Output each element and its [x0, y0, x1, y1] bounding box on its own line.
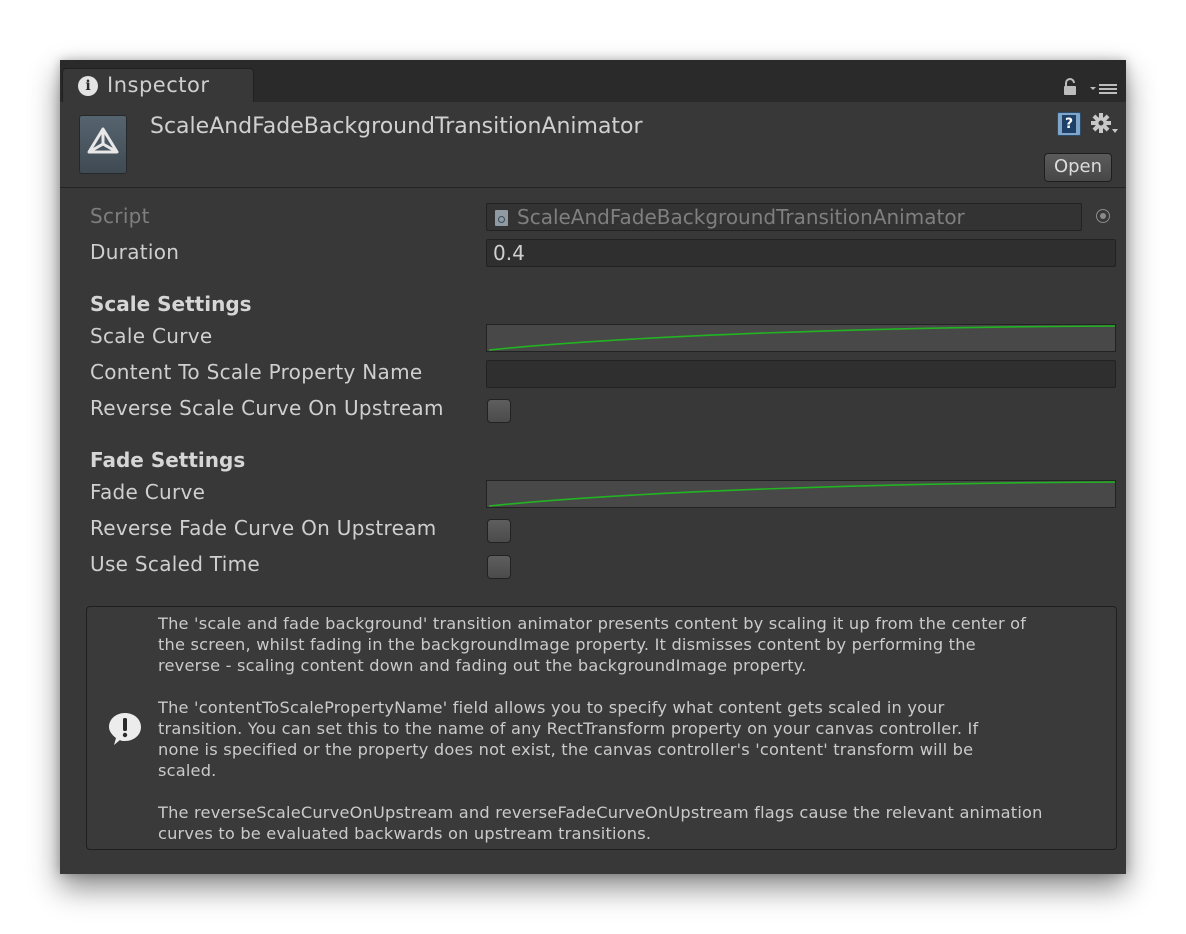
content-to-scale-field[interactable]	[486, 360, 1116, 388]
content-to-scale-label: Content To Scale Property Name	[90, 360, 423, 384]
help-paragraph-2: The 'contentToScalePropertyName' field a…	[158, 698, 979, 780]
duration-field[interactable]: 0.4	[486, 239, 1116, 267]
fade-curve-field[interactable]	[486, 480, 1116, 508]
help-book-icon[interactable]: ?	[1057, 112, 1081, 136]
use-scaled-time-checkbox[interactable]	[487, 555, 511, 579]
scale-settings-heading: Scale Settings	[90, 292, 252, 316]
reverse-fade-checkbox[interactable]	[487, 519, 511, 543]
use-scaled-time-label: Use Scaled Time	[90, 552, 261, 576]
info-icon: i	[78, 76, 98, 96]
help-paragraph-3: The reverseScaleCurveOnUpstream and reve…	[158, 803, 1043, 843]
tab-inspector[interactable]: i Inspector	[62, 68, 254, 102]
tab-label: Inspector	[107, 73, 210, 97]
script-label: Script	[90, 204, 150, 228]
open-button[interactable]: Open	[1044, 153, 1112, 182]
script-field[interactable]: ScaleAndFadeBackgroundTransitionAnimator	[486, 203, 1082, 231]
inspector-header: ScaleAndFadeBackgroundTransitionAnimator…	[60, 102, 1126, 188]
inspector-window: i Inspector ScaleAndFadeBackgroundTransi…	[60, 60, 1126, 874]
duration-label: Duration	[90, 240, 180, 264]
fade-settings-heading: Fade Settings	[90, 448, 246, 472]
title-bar: i Inspector	[60, 60, 1126, 102]
reverse-fade-label: Reverse Fade Curve On Upstream	[90, 516, 437, 540]
duration-value: 0.4	[493, 241, 525, 265]
help-box: The 'scale and fade background' transiti…	[86, 606, 1117, 850]
help-paragraph-1: The 'scale and fade background' transiti…	[158, 614, 1027, 675]
script-file-icon	[495, 210, 508, 226]
gear-icon[interactable]	[1091, 112, 1121, 136]
info-icon	[109, 713, 141, 745]
asset-title: ScaleAndFadeBackgroundTransitionAnimator	[150, 114, 643, 139]
object-picker-icon[interactable]	[1096, 209, 1110, 223]
unity-logo-icon	[79, 115, 127, 174]
fade-curve-label: Fade Curve	[90, 480, 206, 504]
scale-curve-label: Scale Curve	[90, 324, 213, 348]
lock-icon[interactable]	[1062, 78, 1078, 96]
script-value: ScaleAndFadeBackgroundTransitionAnimator	[517, 205, 965, 229]
scale-curve-field[interactable]	[486, 324, 1116, 352]
menu-icon[interactable]	[1090, 82, 1120, 96]
reverse-scale-label: Reverse Scale Curve On Upstream	[90, 396, 444, 420]
reverse-scale-checkbox[interactable]	[487, 399, 511, 423]
